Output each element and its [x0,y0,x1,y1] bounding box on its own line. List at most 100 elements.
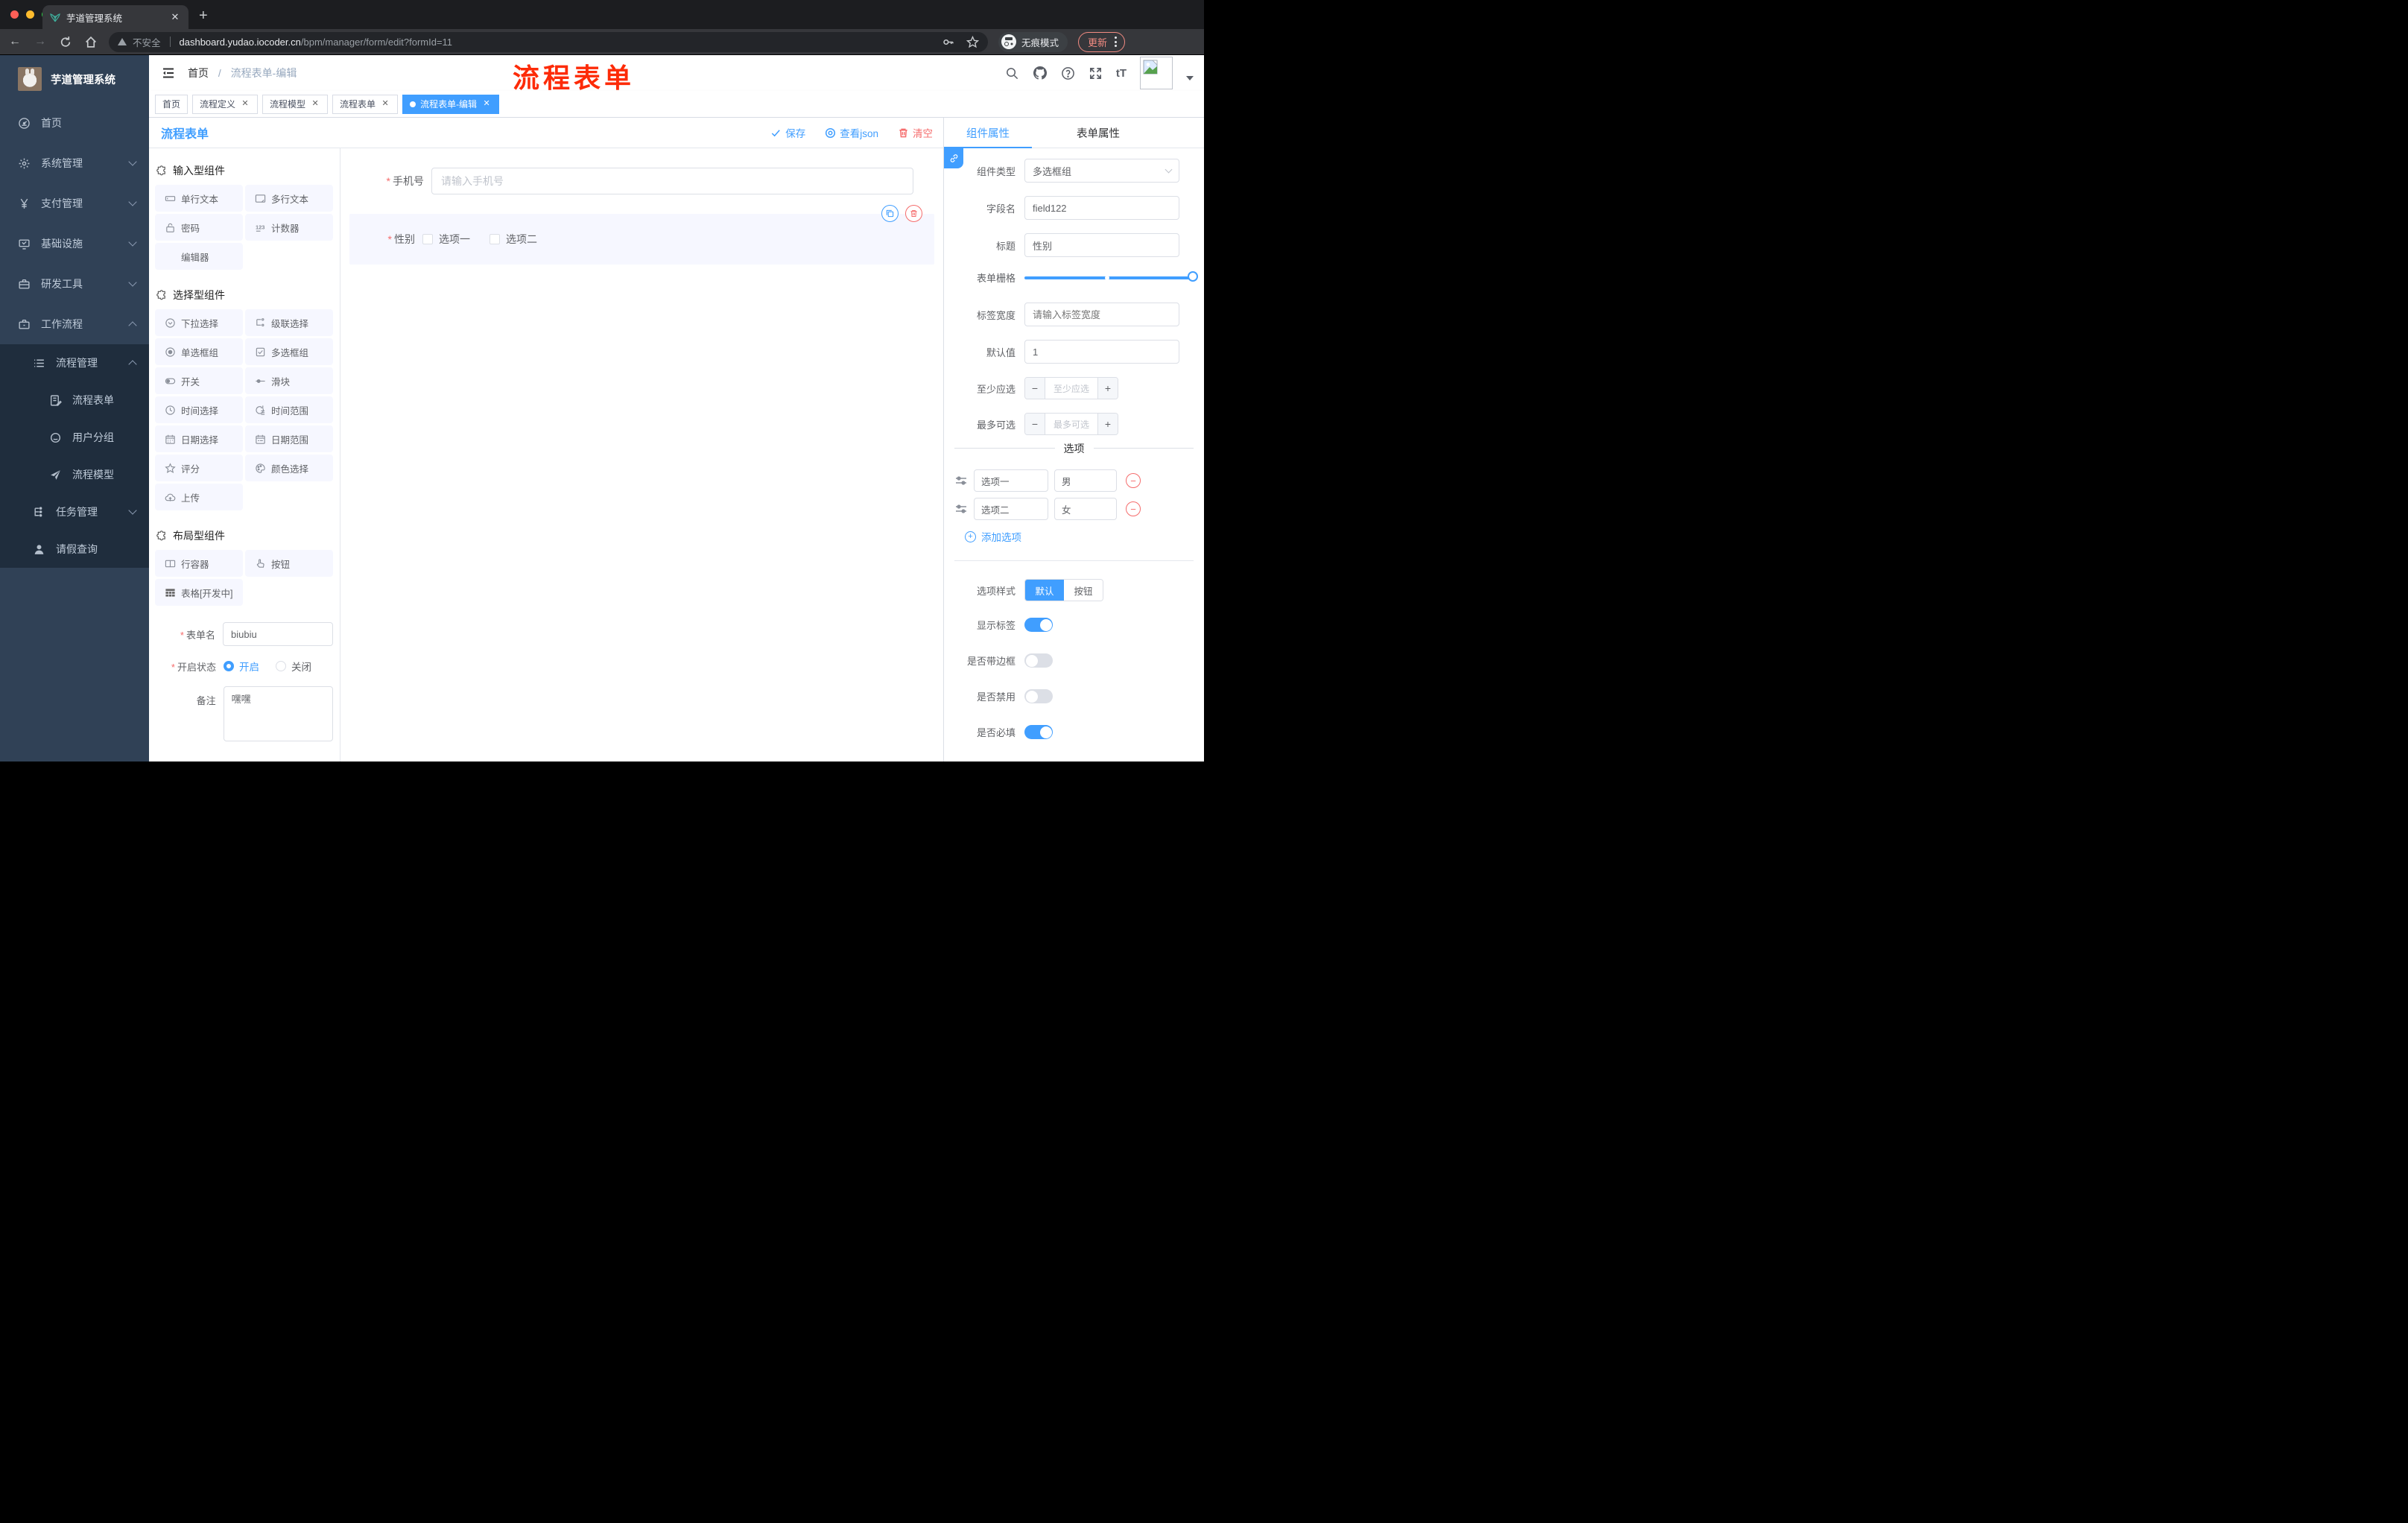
drag-handle-icon[interactable] [954,502,968,516]
avatar-dropdown-caret[interactable] [1186,76,1194,80]
close-icon[interactable]: ✕ [240,99,250,110]
increase-button[interactable]: + [1097,378,1118,399]
delete-field-button[interactable] [905,205,922,222]
label-width-input[interactable] [1024,303,1179,326]
drag-handle-icon[interactable] [954,474,968,487]
sidebar-item-workflow[interactable]: 工作流程 [0,304,149,344]
chip-upload[interactable]: 上传 [155,484,243,510]
chip-textarea[interactable]: 多行文本 [245,185,333,212]
chip-checkbox-group[interactable]: 多选框组 [245,338,333,365]
home-icon[interactable] [83,36,98,48]
default-value-input[interactable] [1024,340,1179,364]
browser-menu-icon[interactable] [1115,37,1118,47]
sidebar-item-infra[interactable]: 基础设施 [0,224,149,264]
sidebar-item-process-manage[interactable]: 流程管理 [0,344,149,381]
style-default-button[interactable]: 默认 [1025,580,1064,601]
font-size-icon[interactable]: tT [1116,67,1127,80]
remove-option-button[interactable]: − [1126,473,1141,488]
chip-switch[interactable]: 开关 [155,367,243,394]
chip-time-range[interactable]: 时间范围 [245,396,333,423]
tag-process-form-edit[interactable]: 流程表单-编辑 ✕ [402,94,500,114]
max-select-value[interactable]: 最多可选 [1045,414,1097,434]
border-toggle[interactable] [1024,653,1053,668]
chip-slider[interactable]: 滑块 [245,367,333,394]
disabled-toggle[interactable] [1024,689,1053,703]
grid-slider[interactable] [1024,270,1198,282]
save-button[interactable]: 保存 [770,125,805,140]
option-text-input[interactable] [974,469,1048,492]
status-on-radio[interactable]: 开启 [224,659,259,674]
chip-row-container[interactable]: 行容器 [155,550,243,577]
not-secure-label[interactable]: 不安全 [133,35,161,49]
gender-checkbox-1[interactable]: 选项一 [422,232,470,247]
chip-counter[interactable]: 123 计数器 [245,214,333,241]
chip-cascader[interactable]: 级联选择 [245,309,333,336]
help-icon[interactable] [1061,66,1075,80]
chip-time-picker[interactable]: 时间选择 [155,396,243,423]
tag-process-form[interactable]: 流程表单 ✕ [332,94,399,114]
chip-date-range[interactable]: 日期范围 [245,425,333,452]
chip-button[interactable]: 按钮 [245,550,333,577]
tag-process-definition[interactable]: 流程定义 ✕ [192,94,259,114]
chip-password[interactable]: 密码 [155,214,243,241]
new-tab-button[interactable]: + [199,7,208,25]
sidebar-item-system[interactable]: 系统管理 [0,143,149,183]
option-value-input[interactable] [1054,469,1117,492]
chip-editor[interactable]: 编辑器 [155,243,243,270]
chip-single-line-text[interactable]: 单行文本 [155,185,243,212]
close-window-button[interactable] [10,10,19,19]
tag-home[interactable]: 首页 [155,94,188,114]
sidebar-item-process-model[interactable]: 流程模型 [0,456,149,493]
required-toggle[interactable] [1024,725,1053,739]
reload-icon[interactable] [58,36,73,48]
sidebar-logo[interactable]: 芋道管理系统 [0,55,149,103]
sidebar-item-leave-query[interactable]: 请假查询 [0,531,149,568]
phone-input[interactable] [431,168,913,194]
back-icon[interactable]: ← [7,35,22,48]
title-input[interactable] [1024,233,1179,257]
option-text-input[interactable] [974,498,1048,520]
close-icon[interactable]: ✕ [310,99,320,110]
chip-table[interactable]: 表格[开发中] [155,579,243,606]
form-name-input[interactable] [223,622,333,646]
add-option-button[interactable]: + 添加选项 [965,529,1204,544]
component-type-select[interactable]: 多选框组 [1024,159,1179,183]
increase-button[interactable]: + [1097,414,1118,434]
chip-color-picker[interactable]: 颜色选择 [245,455,333,481]
show-label-toggle[interactable] [1024,618,1053,632]
tab-form-props[interactable]: 表单属性 [1054,125,1142,141]
breadcrumb-home[interactable]: 首页 [188,67,209,79]
copy-field-button[interactable] [881,205,899,222]
chip-select[interactable]: 下拉选择 [155,309,243,336]
sidebar-item-payment[interactable]: 支付管理 [0,183,149,224]
tab-component-props[interactable]: 组件属性 [944,125,1032,141]
canvas-field-gender-selected[interactable]: 性别 选项一 选项二 [349,205,934,265]
sidebar-item-process-form[interactable]: 流程表单 [0,381,149,419]
gender-checkbox-2[interactable]: 选项二 [489,232,537,247]
avatar[interactable] [1140,57,1173,89]
chip-radio-group[interactable]: 单选框组 [155,338,243,365]
hamburger-icon[interactable] [161,66,176,80]
decrease-button[interactable]: − [1025,414,1045,434]
forward-icon[interactable]: → [33,35,48,48]
password-key-icon[interactable] [942,36,954,48]
tab-close-icon[interactable]: ✕ [169,11,181,23]
sidebar-item-user-group[interactable]: 用户分组 [0,419,149,456]
chip-rate[interactable]: 评分 [155,455,243,481]
option-value-input[interactable] [1054,498,1117,520]
sidebar-item-task-manage[interactable]: 任务管理 [0,493,149,531]
style-button-button[interactable]: 按钮 [1064,580,1103,601]
chip-date-picker[interactable]: 日期选择 [155,425,243,452]
sidebar-item-devtools[interactable]: 研发工具 [0,264,149,304]
close-icon[interactable]: ✕ [380,99,390,110]
bookmark-star-icon[interactable] [966,35,979,48]
sidebar-item-home[interactable]: 首页 [0,103,149,143]
update-button[interactable]: 更新 [1078,31,1126,52]
github-icon[interactable] [1033,66,1048,80]
min-select-value[interactable]: 至少应选 [1045,378,1097,399]
canvas-field-phone[interactable]: 手机号 [349,168,934,194]
browser-tab[interactable]: 芋道管理系统 ✕ [42,5,188,29]
close-icon[interactable]: ✕ [481,99,492,110]
view-json-button[interactable]: 查看json [825,125,878,140]
form-canvas[interactable]: 手机号 性别 [340,148,943,762]
